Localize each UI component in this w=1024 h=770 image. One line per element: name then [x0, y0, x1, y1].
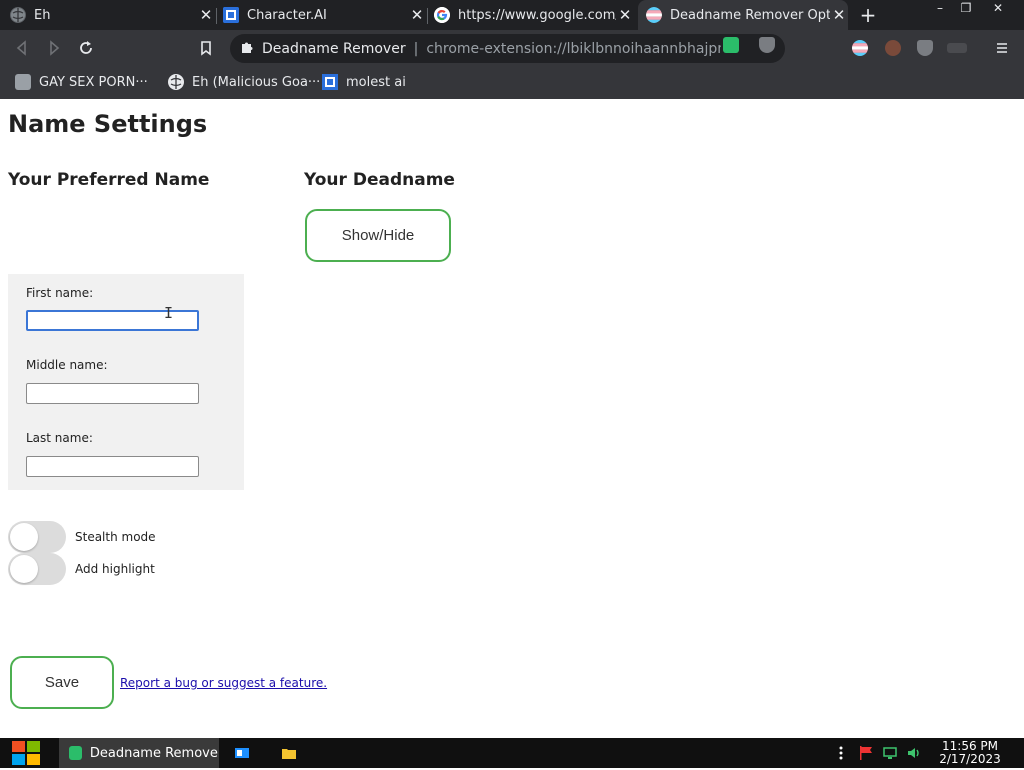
middle-name-field[interactable]: [26, 383, 199, 404]
url-text: chrome-extension://lbiklbnnoihaannbhajpm…: [426, 40, 722, 57]
reload-icon: [80, 41, 92, 54]
start-button[interactable]: [9, 739, 43, 767]
bookmark-label: Eh (Malicious Goa···: [192, 74, 321, 90]
tab-separator: [427, 8, 428, 24]
add-highlight-label: Add highlight: [75, 562, 155, 576]
preferred-name-form: First name: Middle name: Last name:: [8, 274, 244, 490]
first-name-label: First name:: [26, 286, 94, 300]
close-tab-icon[interactable]: ✕: [830, 6, 848, 24]
bookmark-label: molest ai: [346, 74, 406, 90]
volume-icon[interactable]: [906, 745, 922, 761]
trans-flag-extension-icon[interactable]: [852, 40, 868, 56]
address-bar[interactable]: Deadname Remover | chrome-extension://lb…: [230, 34, 785, 63]
taskbar-app-title: Deadname Remove...: [89, 745, 219, 761]
last-name-field[interactable]: [26, 456, 199, 477]
windows-logo-icon: [12, 741, 40, 765]
last-name-label: Last name:: [26, 431, 93, 445]
taskbar: Deadname Remove... 11:56 PM 2/17/2023: [0, 738, 1024, 768]
extension-green-icon[interactable]: [723, 37, 739, 53]
add-highlight-toggle[interactable]: [8, 553, 66, 585]
tab-title: Eh: [34, 7, 51, 23]
extension-puzzle-icon: [240, 40, 254, 58]
tab-deadname-remover[interactable]: Deadname Remover Option ✕: [638, 0, 848, 30]
media-player-icon[interactable]: [234, 745, 250, 761]
deadname-heading: Your Deadname: [304, 170, 455, 190]
back-arrow-icon: [16, 40, 26, 56]
forward-arrow-icon: [50, 40, 60, 56]
ublock-icon[interactable]: [917, 40, 933, 56]
tab-google[interactable]: https://www.google.com/se ✕: [434, 0, 634, 30]
globe-icon: [168, 74, 184, 90]
close-tab-icon[interactable]: ✕: [616, 6, 634, 24]
report-bug-link[interactable]: Report a bug or suggest a feature.: [120, 676, 327, 690]
character-ai-icon: [223, 7, 239, 23]
url-separator: |: [413, 40, 419, 57]
trans-flag-icon: [646, 7, 662, 23]
back-button[interactable]: [11, 37, 33, 59]
show-hide-button[interactable]: Show/Hide: [305, 209, 451, 262]
stealth-mode-label: Stealth mode: [75, 530, 156, 544]
preferred-name-heading: Your Preferred Name: [8, 170, 210, 190]
bookmark-item[interactable]: Eh (Malicious Goa···: [168, 74, 320, 90]
bookmark-item[interactable]: molest ai: [322, 74, 406, 90]
shield-icon[interactable]: [759, 37, 775, 53]
new-tab-button[interactable]: +: [857, 3, 879, 27]
hamburger-menu-icon: [997, 43, 1007, 53]
google-icon: [434, 7, 450, 23]
tab-title: Character.AI: [247, 7, 327, 23]
tab-eh[interactable]: Eh ✕: [10, 0, 215, 30]
save-button[interactable]: Save: [10, 656, 114, 709]
system-clock[interactable]: 11:56 PM 2/17/2023: [930, 740, 1010, 766]
bookmark-button[interactable]: [195, 37, 217, 59]
tab-title: https://www.google.com/se: [458, 7, 616, 23]
tab-strip: Eh ✕ Character.AI ✕ https://www.google.c…: [0, 0, 1024, 30]
taskbar-app-deadname-remover[interactable]: Deadname Remove...: [59, 738, 219, 768]
tab-character-ai[interactable]: Character.AI ✕: [223, 0, 426, 30]
restore-button[interactable]: ❐: [953, 0, 979, 18]
bookmark-label: GAY SEX PORN···: [39, 74, 148, 90]
first-name-field[interactable]: [26, 310, 199, 331]
globe-icon: [10, 7, 26, 23]
toggle-knob: [10, 523, 38, 551]
character-ai-icon: [322, 74, 338, 90]
reload-button[interactable]: [75, 37, 97, 59]
text-cursor-icon: I: [164, 304, 174, 322]
middle-name-label: Middle name:: [26, 358, 108, 372]
forward-button[interactable]: [43, 37, 65, 59]
overflow-dots-icon[interactable]: [836, 745, 846, 761]
stealth-mode-toggle[interactable]: [8, 521, 66, 553]
network-icon[interactable]: [882, 745, 898, 761]
close-tab-icon[interactable]: ✕: [408, 6, 426, 24]
page-title: Name Settings: [8, 110, 208, 138]
close-window-button[interactable]: ✕: [985, 0, 1011, 18]
flag-icon[interactable]: [858, 745, 874, 761]
extension-disabled-icon[interactable]: [947, 43, 967, 53]
menu-button[interactable]: [991, 37, 1013, 59]
close-tab-icon[interactable]: ✕: [197, 6, 215, 24]
profile-avatar-icon[interactable]: [885, 40, 901, 56]
site-name: Deadname Remover: [262, 40, 406, 57]
toggle-knob: [10, 555, 38, 583]
bookmarks-bar: GAY SEX PORN··· Eh (Malicious Goa··· mol…: [0, 67, 1024, 99]
bookmark-favicon-icon: [15, 74, 31, 90]
bookmark-item[interactable]: GAY SEX PORN···: [15, 74, 148, 90]
bookmark-icon: [201, 41, 211, 56]
app-icon: [69, 746, 82, 760]
file-explorer-icon[interactable]: [281, 745, 297, 761]
browser-toolbar: Deadname Remover | chrome-extension://lb…: [0, 30, 1024, 67]
tab-title: Deadname Remover Option: [670, 7, 830, 23]
minimize-button[interactable]: –: [927, 0, 953, 18]
options-page: Name Settings Your Preferred Name Your D…: [0, 99, 1024, 738]
tab-separator: [216, 8, 217, 24]
clock-date: 2/17/2023: [939, 752, 1001, 766]
